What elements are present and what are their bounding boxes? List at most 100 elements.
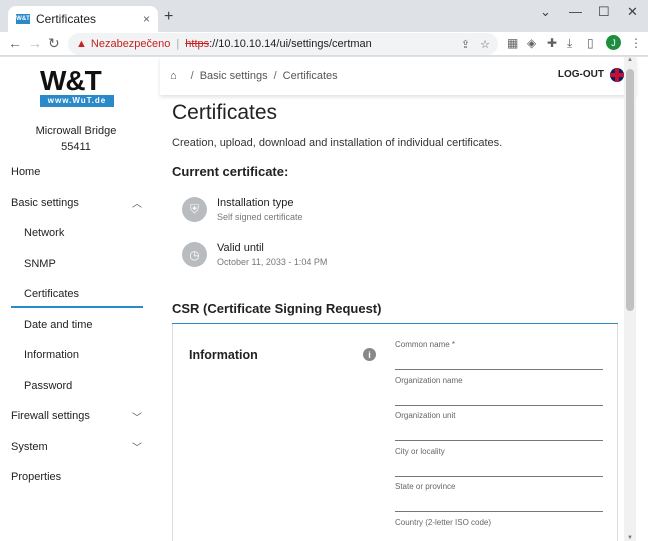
page: W&T www.WuT.de Microwall Bridge 55411 Ho… bbox=[0, 57, 648, 541]
scroll-up-icon[interactable]: ▲ bbox=[624, 57, 636, 63]
minimize-button[interactable]: — bbox=[569, 4, 582, 19]
page-title: Certificates bbox=[172, 101, 278, 124]
information-title: Information bbox=[189, 348, 258, 362]
main-content: ⌂ / Basic settings / Certificates LOG-OU… bbox=[160, 57, 636, 541]
current-certificate-heading: Current certificate: bbox=[172, 164, 289, 179]
page-description: Creation, upload, download and installat… bbox=[172, 137, 503, 149]
sidebar-item-label: Properties bbox=[11, 471, 62, 484]
csr-field-1[interactable]: Common name * bbox=[395, 340, 603, 370]
omnibox-divider: | bbox=[176, 38, 180, 50]
chevron-down-icon[interactable]: ﹀ bbox=[132, 409, 142, 424]
logo-text: W&T bbox=[40, 65, 102, 96]
browser-tab[interactable]: W&T Certificates × bbox=[8, 6, 158, 32]
info-icon[interactable]: i bbox=[363, 348, 376, 361]
csr-field-5[interactable]: State or province bbox=[395, 482, 603, 512]
csr-field-label: Common name * bbox=[395, 340, 456, 349]
url-scheme: https bbox=[185, 38, 210, 50]
csr-card: Information i Common name * Organization … bbox=[172, 324, 618, 541]
device-name: Microwall Bridge bbox=[35, 125, 117, 137]
chevron-up-icon[interactable]: ︿ bbox=[132, 195, 142, 210]
logout-button[interactable]: LOG-OUT bbox=[558, 69, 604, 80]
close-window-button[interactable]: ✕ bbox=[627, 4, 638, 20]
valid-until-label: Valid until bbox=[217, 242, 264, 254]
url-text: ://10.10.10.14/ui/settings/certman bbox=[209, 38, 372, 50]
installation-type-item: ⛨ Installation type Self signed certific… bbox=[182, 197, 482, 227]
extension-2-icon[interactable]: ◈ bbox=[527, 36, 536, 50]
device-id: 55411 bbox=[61, 141, 91, 153]
sidebar-item-label: Basic settings bbox=[11, 196, 79, 209]
sidebar-nav: Home Basic settings ︿ Network SNMP Certificat… bbox=[0, 157, 160, 493]
breadcrumb-sep: / bbox=[190, 70, 194, 82]
scrollbar[interactable]: ▲ ▼ bbox=[624, 57, 636, 541]
header-bar: ⌂ / Basic settings / Certificates LOG-OU… bbox=[160, 57, 636, 95]
csr-field-4[interactable]: City or locality bbox=[395, 447, 603, 477]
shield-icon: ⛨ bbox=[182, 197, 207, 222]
share-icon[interactable]: ⇪ bbox=[461, 38, 470, 51]
back-icon[interactable]: ← bbox=[8, 35, 22, 51]
chevron-down-icon[interactable]: ﹀ bbox=[132, 439, 142, 454]
tab-favicon-icon: W&T bbox=[16, 14, 30, 24]
sidebar-item-label: Certificates bbox=[24, 288, 80, 301]
sidebar: W&T www.WuT.de Microwall Bridge 55411 Ho… bbox=[0, 57, 160, 541]
language-flag-icon[interactable] bbox=[610, 68, 624, 82]
forward-icon[interactable]: → bbox=[28, 35, 42, 51]
sidebar-item-home[interactable]: Home bbox=[0, 157, 160, 188]
csr-field-label: City or locality bbox=[395, 446, 445, 456]
sidebar-item-properties[interactable]: Properties bbox=[0, 462, 160, 493]
browser-toolbar: ← → ↻ ▲ Nezabezpečeno | https ://10.10.1… bbox=[0, 32, 648, 56]
installation-type-label: Installation type bbox=[217, 197, 294, 209]
sidebar-item-network[interactable]: Network bbox=[0, 218, 160, 249]
extension-icon[interactable]: ▦ bbox=[507, 36, 518, 50]
sidebar-item-firewall-settings[interactable]: Firewall settings ﹀ bbox=[0, 401, 160, 432]
maximize-button[interactable]: ☐ bbox=[598, 4, 610, 20]
sidebar-item-certificates[interactable]: Certificates bbox=[0, 279, 160, 310]
breadcrumb-basic-settings[interactable]: Basic settings bbox=[200, 70, 268, 82]
csr-field-label: Country (2-letter ISO code) bbox=[395, 517, 492, 527]
new-tab-button[interactable]: + bbox=[164, 8, 173, 26]
valid-until-value: October 11, 2033 - 1:04 PM bbox=[217, 257, 328, 267]
address-bar[interactable]: ▲ Nezabezpečeno | https ://10.10.10.14/u… bbox=[68, 33, 498, 55]
csr-field-2[interactable]: Organization name bbox=[395, 376, 603, 406]
browser-titlebar: W&T Certificates × + ⌄ — ☐ ✕ bbox=[0, 0, 648, 32]
bookmark-star-icon[interactable]: ☆ bbox=[480, 38, 490, 51]
breadcrumb-certificates: Certificates bbox=[282, 70, 338, 82]
sidebar-item-system[interactable]: System ﹀ bbox=[0, 432, 160, 463]
sidebar-item-snmp[interactable]: SNMP bbox=[0, 249, 160, 280]
csr-field-3[interactable]: Organization unit bbox=[395, 411, 603, 441]
csr-heading: CSR (Certificate Signing Request) bbox=[172, 301, 382, 316]
side-panel-icon[interactable]: ▯ bbox=[587, 36, 594, 50]
tab-search-icon[interactable]: ⌄ bbox=[540, 4, 551, 20]
breadcrumb-sep: / bbox=[273, 70, 277, 82]
sidebar-item-label: SNMP bbox=[24, 257, 56, 270]
device-info: Microwall Bridge 55411 bbox=[0, 123, 152, 155]
home-icon[interactable]: ⌂ bbox=[170, 70, 177, 82]
security-label[interactable]: Nezabezpečeno bbox=[91, 38, 171, 50]
csr-field-6[interactable]: Country (2-letter ISO code) bbox=[395, 518, 603, 541]
profile-avatar[interactable]: J bbox=[606, 35, 621, 50]
scrollbar-thumb[interactable] bbox=[626, 69, 634, 311]
clock-icon: ◷ bbox=[182, 242, 207, 267]
sidebar-item-label: Password bbox=[24, 379, 73, 392]
tab-close-icon[interactable]: × bbox=[143, 12, 150, 26]
sidebar-item-date-and-time[interactable]: Date and time bbox=[0, 310, 160, 341]
logo-subtext: www.WuT.de bbox=[40, 95, 114, 107]
download-icon[interactable]: ⤓ bbox=[567, 36, 572, 51]
sidebar-item-label: Network bbox=[24, 227, 65, 240]
sidebar-item-label: Firewall settings bbox=[11, 410, 90, 423]
wut-logo[interactable]: W&T www.WuT.de bbox=[40, 67, 114, 107]
extensions-puzzle-icon[interactable]: ✚ bbox=[547, 36, 557, 50]
sidebar-item-information[interactable]: Information bbox=[0, 340, 160, 371]
sidebar-item-basic-settings[interactable]: Basic settings ︿ bbox=[0, 188, 160, 219]
csr-field-label: Organization name bbox=[395, 375, 463, 385]
scroll-down-icon[interactable]: ▼ bbox=[624, 535, 636, 541]
csr-field-label: Organization unit bbox=[395, 411, 456, 420]
sidebar-item-label: System bbox=[11, 440, 48, 453]
installation-type-value: Self signed certificate bbox=[217, 212, 303, 222]
sidebar-item-label: Home bbox=[11, 166, 41, 179]
menu-kebab-icon[interactable]: ⋮ bbox=[630, 36, 642, 50]
warning-icon[interactable]: ▲ bbox=[76, 38, 87, 50]
sidebar-item-password[interactable]: Password bbox=[0, 371, 160, 402]
reload-icon[interactable]: ↻ bbox=[48, 35, 60, 52]
csr-field-label: State or province bbox=[395, 482, 456, 491]
sidebar-item-label: Information bbox=[24, 349, 80, 362]
